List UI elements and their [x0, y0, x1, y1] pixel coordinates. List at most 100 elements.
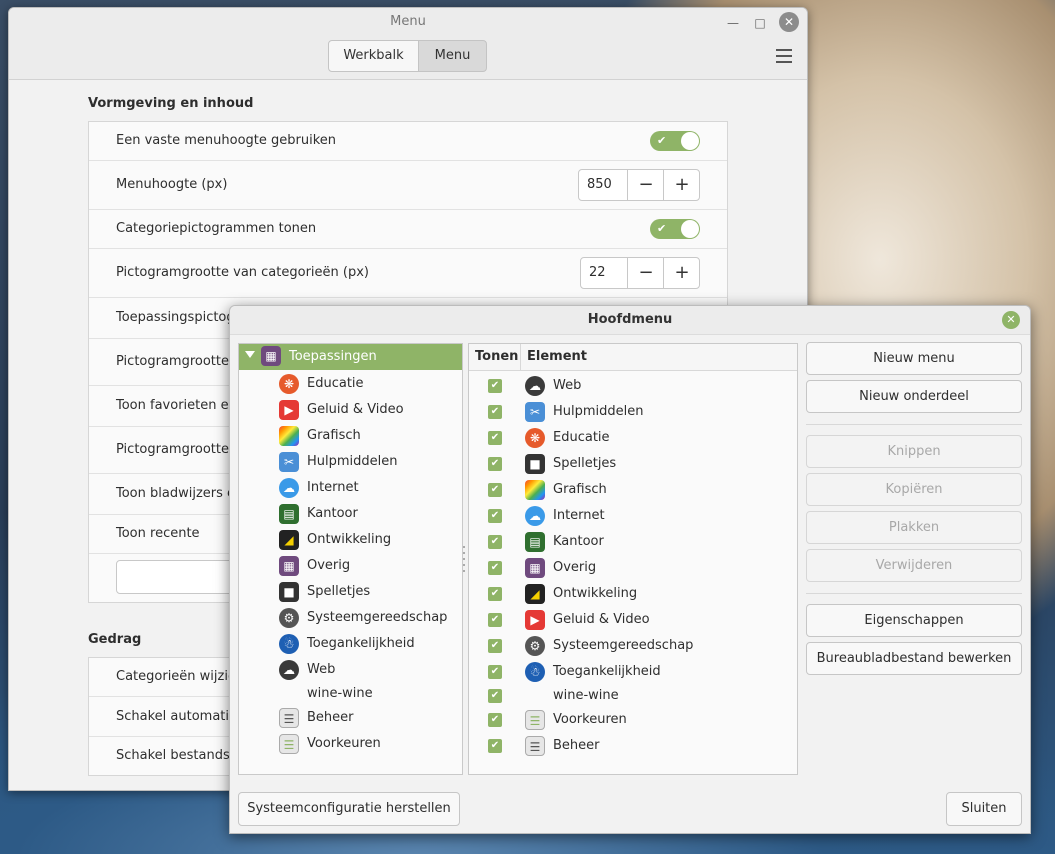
games-icon: ■	[279, 582, 299, 602]
show-checkbox[interactable]: ✔	[488, 561, 502, 575]
tree-item[interactable]: ☁ Web	[279, 657, 459, 683]
element-label: Toegankelijkheid	[553, 664, 661, 679]
decrement-button[interactable]: −	[627, 170, 664, 200]
separator	[806, 424, 1022, 425]
properties-button[interactable]: Eigenschappen	[806, 604, 1022, 637]
show-checkbox[interactable]: ✔	[488, 509, 502, 523]
setting-label: Menuhoogte (px)	[116, 177, 228, 192]
checkmark-icon: ✔	[657, 222, 667, 235]
element-label: Internet	[553, 508, 605, 523]
tree-item[interactable]: ☃ Toegankelijkheid	[279, 631, 459, 657]
copy-button[interactable]: Kopiëren	[806, 473, 1022, 506]
list-item[interactable]: ✔ ☃ Toegankelijkheid	[469, 659, 797, 685]
setting-row: Pictogramgrootte van categorieën (px) 22…	[89, 249, 727, 298]
show-checkbox[interactable]: ✔	[488, 535, 502, 549]
list-item[interactable]: ✔ ☁ Internet	[469, 503, 797, 529]
maximize-icon[interactable]: □	[751, 14, 769, 32]
show-checkbox[interactable]: ✔	[488, 689, 502, 703]
list-item[interactable]: ✔ ▶ Geluid & Video	[469, 607, 797, 633]
close-button[interactable]: Sluiten	[946, 792, 1022, 826]
close-icon[interactable]: ✕	[779, 12, 799, 32]
category-icons-switch[interactable]: ✔	[650, 219, 700, 239]
office-icon: ▤	[525, 532, 545, 552]
tree-item[interactable]: ☰ Voorkeuren	[279, 731, 459, 757]
show-checkbox[interactable]: ✔	[488, 405, 502, 419]
show-checkbox[interactable]: ✔	[488, 457, 502, 471]
tree-item[interactable]: ☁ Internet	[279, 475, 459, 501]
delete-button[interactable]: Verwijderen	[806, 549, 1022, 582]
list-item[interactable]: ✔ ▦ Overig	[469, 555, 797, 581]
list-item[interactable]: ✔ ■ Spelletjes	[469, 451, 797, 477]
list-item[interactable]: ✔ ❋ Educatie	[469, 425, 797, 451]
restore-system-config-button[interactable]: Systeemconfiguratie herstellen	[238, 792, 460, 826]
spinner-value[interactable]: 22	[589, 258, 606, 288]
column-header-show[interactable]: Tonen	[475, 344, 518, 370]
tree-root-applications[interactable]: ▦ Toepassingen	[239, 344, 462, 370]
show-checkbox[interactable]: ✔	[488, 713, 502, 727]
column-header-element[interactable]: Element	[527, 344, 587, 370]
development-icon: ◢	[525, 584, 545, 604]
tree-item[interactable]: ▦ Overig	[279, 553, 459, 579]
list-item[interactable]: ✔ ▤ Kantoor	[469, 529, 797, 555]
element-label: Kantoor	[553, 534, 604, 549]
list-item[interactable]: ✔ wine-wine	[469, 683, 797, 709]
list-item[interactable]: ✔ Grafisch	[469, 477, 797, 503]
tab-werkbalk[interactable]: Werkbalk	[328, 40, 419, 72]
pane-resize-handle[interactable]	[463, 546, 466, 574]
list-item[interactable]: ✔ ✂ Hulpmiddelen	[469, 399, 797, 425]
new-item-button[interactable]: Nieuw onderdeel	[806, 380, 1022, 413]
tree-item[interactable]: ▤ Kantoor	[279, 501, 459, 527]
setting-label: Toon favorieten en	[116, 398, 237, 413]
list-item[interactable]: ✔ ⚙ Systeemgereedschap	[469, 633, 797, 659]
show-checkbox[interactable]: ✔	[488, 613, 502, 627]
tree-item[interactable]: ❋ Educatie	[279, 371, 459, 397]
spinner-value[interactable]: 850	[587, 170, 612, 200]
tab-menu[interactable]: Menu	[418, 40, 487, 72]
list-item[interactable]: ✔ ☰ Beheer	[469, 733, 797, 759]
tree-item[interactable]: wine-wine	[279, 681, 459, 707]
show-checkbox[interactable]: ✔	[488, 431, 502, 445]
list-item[interactable]: ✔ ☁ Web	[469, 373, 797, 399]
setting-label: Schakel bestandssy	[116, 748, 245, 763]
new-menu-button[interactable]: Nieuw menu	[806, 342, 1022, 375]
increment-button[interactable]: +	[663, 258, 700, 288]
show-checkbox[interactable]: ✔	[488, 739, 502, 753]
list-item[interactable]: ✔ ◢ Ontwikkeling	[469, 581, 797, 607]
hamburger-menu-icon[interactable]	[776, 49, 792, 63]
tree-item[interactable]: ■ Spelletjes	[279, 579, 459, 605]
tree-item[interactable]: ▶ Geluid & Video	[279, 397, 459, 423]
cut-button[interactable]: Knippen	[806, 435, 1022, 468]
list-item[interactable]: ✔ ☰ Voorkeuren	[469, 707, 797, 733]
other-icon: ▦	[525, 558, 545, 578]
element-label: Grafisch	[553, 482, 607, 497]
close-icon[interactable]: ✕	[1002, 311, 1020, 329]
tree-item[interactable]: ☰ Beheer	[279, 705, 459, 731]
setting-label: Categoriepictogrammen tonen	[116, 221, 317, 236]
tree-item[interactable]: Grafisch	[279, 423, 459, 449]
edit-desktop-file-button[interactable]: Bureaubladbestand bewerken	[806, 642, 1022, 675]
accessibility-icon: ☃	[279, 634, 299, 654]
show-checkbox[interactable]: ✔	[488, 483, 502, 497]
increment-button[interactable]: +	[663, 170, 700, 200]
minimize-icon[interactable]: —	[724, 14, 742, 32]
category-icon-size-spinner[interactable]: 22 − +	[580, 257, 700, 289]
expander-icon[interactable]	[245, 351, 255, 358]
decrement-button[interactable]: −	[627, 258, 664, 288]
paste-button[interactable]: Plakken	[806, 511, 1022, 544]
element-label: Overig	[553, 560, 597, 575]
show-checkbox[interactable]: ✔	[488, 639, 502, 653]
show-checkbox[interactable]: ✔	[488, 665, 502, 679]
setting-label: Een vaste menuhoogte gebruiken	[116, 133, 337, 148]
element-label: Systeemgereedschap	[553, 638, 694, 653]
menu-height-spinner[interactable]: 850 − +	[578, 169, 700, 201]
show-checkbox[interactable]: ✔	[488, 379, 502, 393]
fixed-height-switch[interactable]: ✔	[650, 131, 700, 151]
separator	[806, 593, 1022, 594]
tree-item[interactable]: ⚙ Systeemgereedschap	[279, 605, 459, 631]
tree-item[interactable]: ◢ Ontwikkeling	[279, 527, 459, 553]
web-icon: ☁	[279, 660, 299, 680]
element-label: Hulpmiddelen	[553, 404, 644, 419]
tree-item-label: wine-wine	[307, 686, 373, 701]
show-checkbox[interactable]: ✔	[488, 587, 502, 601]
tree-item[interactable]: ✂ Hulpmiddelen	[279, 449, 459, 475]
